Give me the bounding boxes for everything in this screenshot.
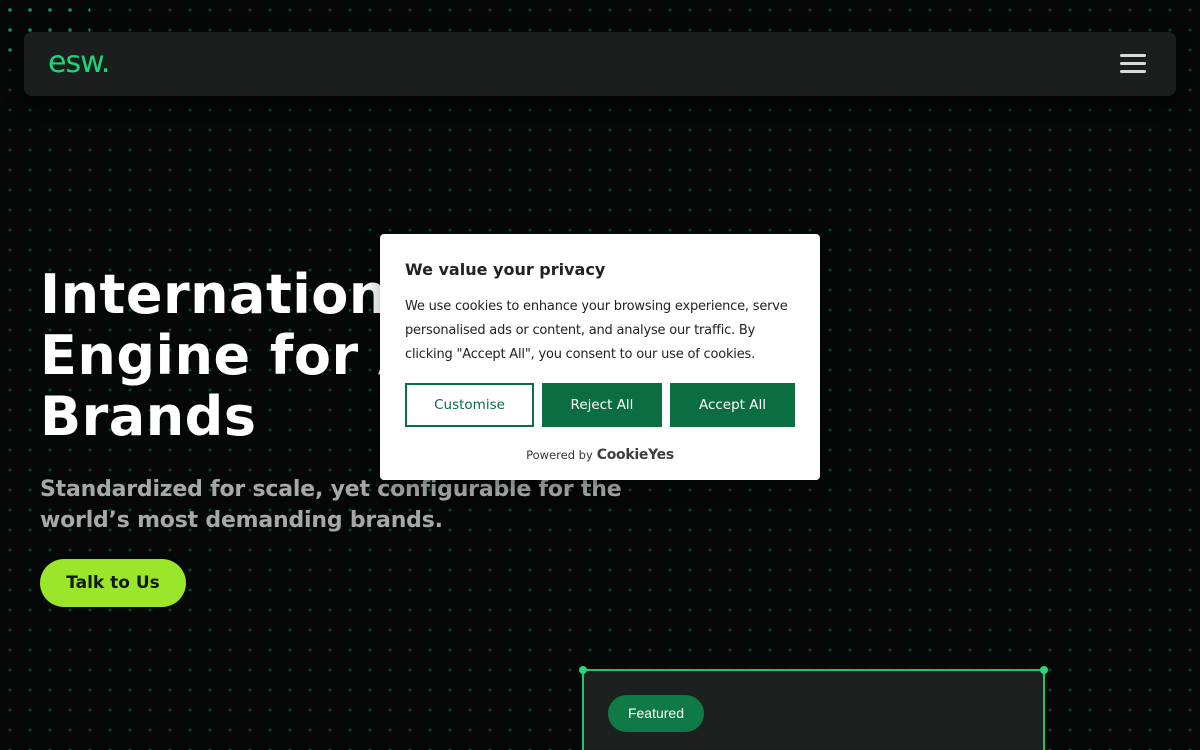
reject-all-button[interactable]: Reject All [542,383,662,427]
page: esw. International Engine for Ar Brands … [0,0,1200,750]
site-logo[interactable]: esw. [48,44,110,82]
powered-by: Powered by CookieYes [380,447,820,463]
cookie-description: We use cookies to enhance your browsing … [405,299,788,362]
site-header: esw. [24,32,1176,96]
hamburger-bar [1120,54,1146,57]
card-corner-dot [1040,666,1048,674]
cookieyes-logo[interactable]: CookieYes [597,447,674,463]
card-corner-dot [579,666,587,674]
accept-all-button[interactable]: Accept All [670,383,795,427]
hamburger-bar [1120,62,1146,65]
featured-badge: Featured [608,695,704,732]
hamburger-bar [1120,70,1146,73]
cookie-consent-dialog: We value your privacy We use cookies to … [380,234,820,480]
talk-to-us-button[interactable]: Talk to Us [40,559,186,607]
featured-card[interactable]: Featured [579,666,1048,750]
hamburger-menu-icon[interactable] [1120,52,1146,76]
cookie-title: We value your privacy [405,260,606,279]
powered-by-label: Powered by [526,448,593,462]
customise-button[interactable]: Customise [405,383,534,427]
hero-subtitle: Standardized for scale, yet configurable… [40,477,622,533]
